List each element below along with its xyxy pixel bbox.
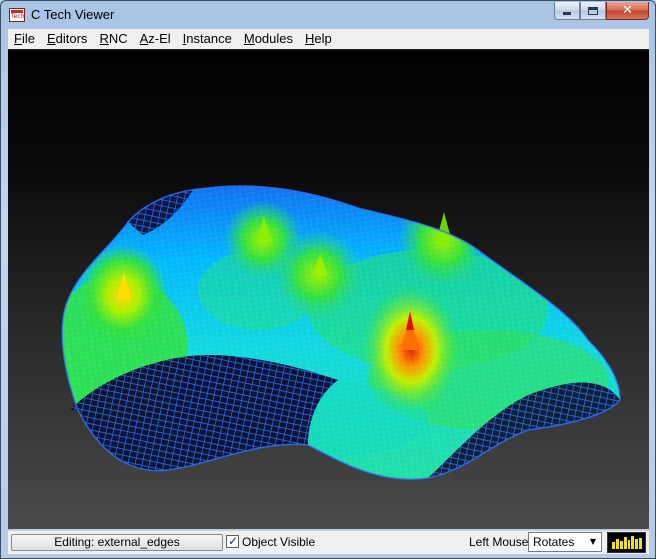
maximize-button[interactable] — [580, 2, 606, 20]
menu-rnc[interactable]: RNC — [93, 29, 133, 49]
activity-meter-bar — [627, 540, 631, 549]
maximize-icon — [588, 6, 598, 15]
left-mouse-select[interactable]: Rotates ▼ — [528, 532, 602, 552]
menu-az-el-mnemonic: A — [139, 31, 149, 46]
activity-meter-bar — [612, 542, 615, 549]
left-mouse-value: Rotates — [533, 535, 575, 549]
status-bar: Editing: external_edges ✓ Object Visible… — [8, 530, 649, 554]
activity-meter — [607, 532, 646, 553]
ctech-app-icon[interactable]: Tech — [9, 8, 25, 22]
minimize-icon — [563, 12, 571, 15]
3d-viewport[interactable] — [8, 49, 649, 529]
caption-buttons: ✕ — [554, 2, 649, 21]
menu-help-mnemonic: H — [305, 31, 315, 46]
object-visible-checkbox[interactable]: ✓ — [226, 534, 239, 548]
menu-editors[interactable]: Editors — [41, 29, 93, 49]
menu-file[interactable]: File — [8, 29, 41, 49]
editing-button[interactable]: Editing: external_edges — [11, 534, 223, 551]
menu-rnc-mnemonic: R — [99, 31, 109, 46]
app-window: Tech C Tech Viewer ✕ File Editors RNC Az… — [0, 0, 656, 559]
activity-meter-bar — [639, 538, 642, 549]
menu-editors-label: ditors — [55, 31, 88, 46]
activity-meter-bar — [635, 539, 639, 549]
minimize-button[interactable] — [554, 2, 580, 20]
menu-help-label: elp — [314, 31, 332, 46]
menu-az-el[interactable]: Az-El — [134, 29, 177, 49]
dropdown-arrow-icon: ▼ — [589, 537, 597, 546]
window-title: C Tech Viewer — [31, 7, 115, 22]
menu-bar: File Editors RNC Az-El Instance Modules … — [8, 29, 649, 49]
menu-instance-label: nstance — [186, 31, 232, 46]
title-bar[interactable]: Tech C Tech Viewer ✕ — [1, 1, 655, 29]
close-button[interactable]: ✕ — [606, 2, 649, 20]
app-icon-text: Tech — [11, 13, 25, 20]
activity-meter-bar — [615, 539, 619, 549]
menu-modules-label: odules — [254, 31, 293, 46]
menu-file-mnemonic: F — [14, 31, 22, 46]
activity-meter-bar — [619, 541, 623, 549]
menu-modules-mnemonic: M — [243, 31, 255, 46]
menu-rnc-label: NC — [108, 31, 128, 46]
menu-editors-mnemonic: E — [46, 31, 56, 46]
menu-az-el-label: z-El — [148, 31, 171, 46]
menu-file-label: ile — [21, 31, 35, 46]
close-icon: ✕ — [622, 3, 633, 18]
menu-instance[interactable]: Instance — [177, 29, 238, 49]
menu-help[interactable]: Help — [299, 29, 338, 49]
activity-meter-bar — [631, 536, 635, 549]
checkmark-icon: ✓ — [228, 534, 239, 548]
terrain-render[interactable] — [8, 50, 649, 529]
left-mouse-label: Left Mouse — [469, 535, 529, 549]
object-visible-label: Object Visible — [242, 535, 316, 549]
activity-meter-bar — [623, 537, 627, 549]
menu-modules[interactable]: Modules — [238, 29, 299, 49]
